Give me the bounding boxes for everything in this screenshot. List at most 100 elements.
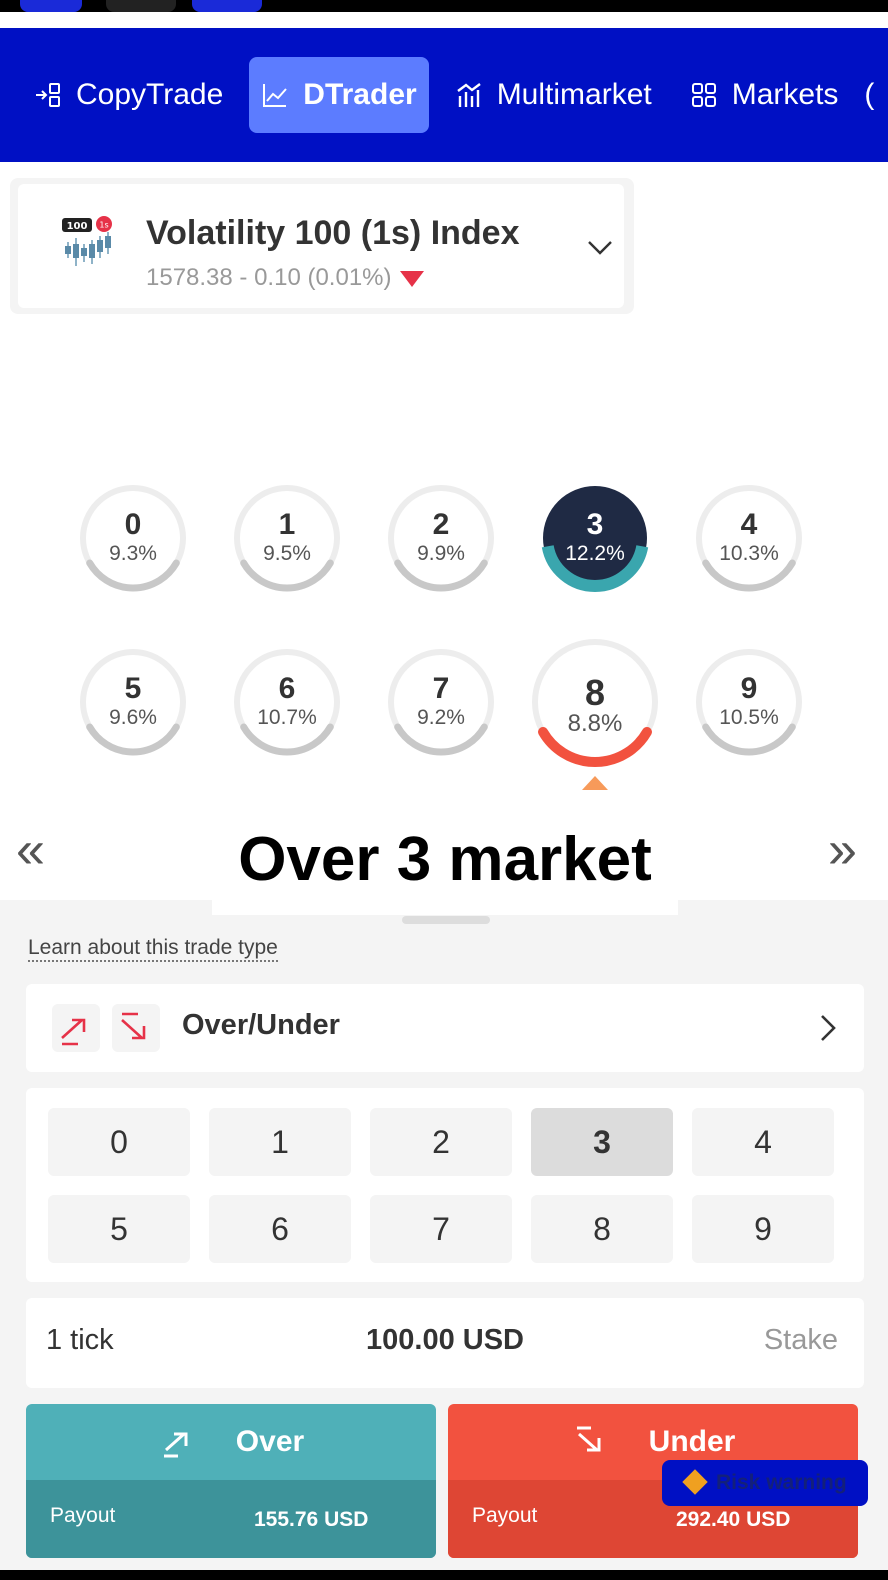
over-button-top: Over — [26, 1404, 436, 1480]
under-trend-icon — [576, 1426, 601, 1452]
digit-stat-number: 8 — [584, 672, 606, 713]
digit-stat-percent: 10.7% — [257, 706, 317, 729]
market-price: 1578.38 - 0.10 (0.01%) — [146, 264, 424, 292]
barrier-digit-1[interactable]: 1 — [209, 1108, 351, 1176]
over-payout-value: 155.76 USD — [254, 1508, 369, 1531]
over-button[interactable]: Over Payout 155.76 USD — [26, 1404, 436, 1558]
risk-warning-button[interactable]: Risk warning — [662, 1460, 868, 1506]
digit-stat-number: 4 — [740, 508, 758, 541]
barrier-digit-4[interactable]: 4 — [692, 1108, 834, 1176]
barrier-digit-9[interactable]: 9 — [692, 1195, 834, 1263]
over-trend-icon-glyph — [61, 1018, 86, 1046]
under-payout-value: 292.40 USD — [676, 1508, 791, 1531]
prev-digits-arrow[interactable]: « — [16, 820, 45, 880]
digit-stat-percent: 9.6% — [109, 706, 157, 729]
caption-overlay: Over 3 market — [212, 815, 678, 915]
tab-multimarket-label: Multimarket — [496, 78, 652, 111]
duration-value: 1 tick — [46, 1324, 114, 1356]
digit-stat-3: 3 12.2% — [535, 478, 655, 598]
market-name: Volatility 100 (1s) Index — [146, 214, 520, 252]
digit-stat-number: 2 — [432, 508, 450, 541]
tab-dtrader-label: DTrader — [303, 78, 417, 111]
digit-stat-percent: 10.3% — [719, 542, 779, 565]
stake-row[interactable]: 100.00 USD 1 tick Stake — [26, 1298, 864, 1388]
digit-stat-4: 4 10.3% — [689, 478, 809, 598]
barrier-digit-6[interactable]: 6 — [209, 1195, 351, 1263]
status-pill — [20, 0, 82, 12]
trade-type-selector[interactable]: Over/Under — [26, 984, 864, 1072]
status-pill — [192, 0, 262, 12]
barrier-digit-7[interactable]: 7 — [370, 1195, 512, 1263]
under-trend-icon-glyph — [121, 1012, 146, 1040]
market-badge-sub: 1s — [99, 221, 108, 230]
tab-overflow[interactable]: ( — [864, 57, 874, 133]
market-selector[interactable]: 100 1s Volatility 100 (1s) Index 1578.38… — [10, 178, 634, 314]
tab-copytrade-label: CopyTrade — [76, 78, 224, 111]
digit-stat-7: 7 9.2% — [381, 642, 501, 762]
next-digits-arrow[interactable]: » — [828, 820, 857, 880]
over-trend-icon — [163, 1432, 188, 1458]
under-trend-icon — [112, 1004, 160, 1052]
digit-stat-9: 9 10.5% — [689, 642, 809, 762]
over-button-label: Over — [235, 1425, 305, 1458]
copytrade-icon — [36, 83, 60, 107]
digit-stat-number: 1 — [278, 508, 296, 541]
barrier-digit-5[interactable]: 5 — [48, 1195, 190, 1263]
status-bar — [0, 0, 888, 12]
tab-dtrader[interactable]: DTrader — [249, 57, 429, 133]
digit-stat-number: 7 — [432, 672, 450, 705]
chevron-down-icon — [588, 241, 612, 255]
market-badge: 100 — [67, 221, 88, 232]
over-payout-label: Payout — [50, 1504, 116, 1527]
top-navigation: CopyTrade DTrader Multimarket Markets ( — [0, 28, 888, 162]
digit-stat-percent: 10.5% — [719, 706, 779, 729]
panel-drag-handle[interactable] — [402, 916, 490, 924]
over-trend-icon — [52, 1004, 100, 1052]
digit-stat-percent: 8.8% — [567, 710, 623, 737]
markets-grid-icon — [691, 83, 716, 107]
stake-amount: 100.00 USD — [366, 1324, 524, 1356]
price-down-icon — [399, 270, 424, 287]
tab-markets[interactable]: Markets — [678, 57, 851, 133]
barrier-digit-3-selected[interactable]: 3 — [531, 1108, 673, 1176]
volatility-index-icon: 100 1s — [62, 216, 112, 266]
digit-stat-8: 8 8.8% — [523, 630, 667, 790]
digit-stat-percent: 9.5% — [263, 542, 311, 565]
barrier-digit-grid: 0 1 2 3 4 5 6 7 8 9 — [26, 1088, 864, 1282]
digit-stat-percent: 9.2% — [417, 706, 465, 729]
digit-stat-number: 6 — [278, 672, 296, 705]
digit-stat-percent: 9.3% — [109, 542, 157, 565]
chart-line-icon — [263, 84, 288, 107]
tab-multimarket[interactable]: Multimarket — [443, 57, 664, 133]
status-pill — [106, 0, 176, 12]
tab-overflow-label: ( — [864, 78, 875, 111]
digit-stat-percent: 12.2% — [565, 542, 625, 565]
trade-type-label: Over/Under — [182, 1009, 340, 1041]
digit-stat-percent: 9.9% — [417, 542, 465, 565]
over-payout: Payout 155.76 USD — [26, 1480, 436, 1558]
stake-label: Stake — [763, 1324, 838, 1356]
under-button-label: Under — [648, 1425, 736, 1458]
digit-stat-0: 0 9.3% — [73, 478, 193, 598]
chevron-right-icon — [821, 1015, 836, 1041]
digit-stat-number: 0 — [124, 508, 142, 541]
digit-stat-6: 6 10.7% — [227, 642, 347, 762]
digit-stat-2: 2 9.9% — [381, 478, 501, 598]
warning-diamond-icon — [682, 1469, 708, 1495]
digit-stat-1: 1 9.5% — [227, 478, 347, 598]
tab-copytrade[interactable]: CopyTrade — [22, 57, 235, 133]
bottom-bar — [0, 1570, 888, 1580]
barrier-digit-8[interactable]: 8 — [531, 1195, 673, 1263]
digit-stat-5: 5 9.6% — [73, 642, 193, 762]
tab-markets-label: Markets — [731, 78, 839, 111]
barrier-digit-0[interactable]: 0 — [48, 1108, 190, 1176]
risk-warning-label: Risk warning — [716, 1471, 847, 1494]
barrier-digit-2[interactable]: 2 — [370, 1108, 512, 1176]
under-payout-label: Payout — [472, 1504, 538, 1527]
digit-stat-number: 3 — [586, 508, 604, 541]
learn-trade-type-link[interactable]: Learn about this trade type — [28, 936, 278, 962]
digit-stat-number: 9 — [740, 672, 758, 705]
market-price-value: 1578.38 - 0.10 (0.01%) — [146, 264, 392, 291]
bar-chart-icon — [456, 83, 481, 107]
market-selector-inner: 100 1s Volatility 100 (1s) Index 1578.38… — [18, 184, 624, 308]
